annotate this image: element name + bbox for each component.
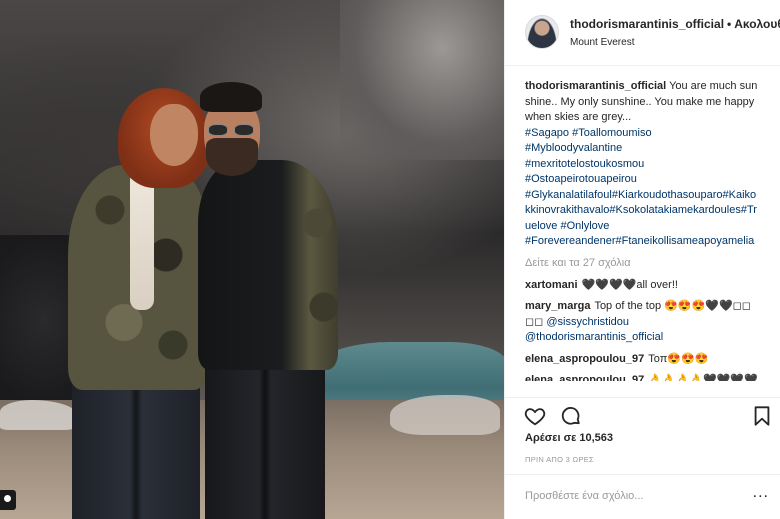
comment-text: 👌👌👌👌🖤🖤🖤🖤 [648, 374, 758, 381]
comment-item: mary_marga Top of the top 😍😍😍🖤🖤◻◻ ◻◻ @sis… [525, 299, 761, 346]
hashtag-line[interactable]: #Mybloodyvalantine [525, 141, 761, 157]
bookmark-icon[interactable] [751, 405, 773, 427]
man-figure-jacket [198, 160, 338, 370]
man-figure-legs [205, 355, 325, 519]
header-username-row: thodorismarantinis_official • Ακολουθ [570, 17, 780, 31]
man-figure-beard [206, 138, 258, 176]
photo-snow [390, 395, 500, 435]
comment-username[interactable]: elena_aspropoulou_97 [525, 374, 644, 381]
post-photo[interactable] [0, 0, 504, 519]
action-bar [505, 397, 780, 431]
comment-mention[interactable]: @thodorismarantinis_official [525, 330, 761, 346]
likes-count[interactable]: Αρέσει σε 10,563 [525, 432, 613, 444]
user-tag-icon[interactable] [0, 490, 16, 510]
follow-button[interactable]: Ακολουθ [734, 17, 780, 31]
comment-item: elena_aspropoulou_97 👌👌👌👌🖤🖤🖤🖤 [525, 373, 761, 381]
hashtag-line[interactable]: #Forevereandener#Ftaneikollisameapoyamel… [525, 234, 761, 250]
caption-username[interactable]: thodorismarantinis_official [525, 80, 666, 92]
comment-username[interactable]: mary_marga [525, 300, 590, 312]
comment-username[interactable]: xartomani [525, 279, 578, 291]
comment-item: elena_aspropoulou_97 Τοπ😍😍😍 [525, 352, 761, 368]
more-options-icon[interactable]: ... [753, 484, 769, 502]
man-figure-hair [200, 82, 262, 112]
sunglasses [208, 124, 254, 136]
post-timestamp: ΠΡΙΝ ΑΠΟ 3 ΩΡΕΣ [525, 455, 594, 464]
comment-text: Τοπ😍😍😍 [648, 352, 709, 365]
comments-list[interactable]: thodorismarantinis_official You are much… [505, 66, 780, 396]
woman-figure-legs [72, 370, 200, 519]
header-username[interactable]: thodorismarantinis_official [570, 17, 724, 31]
comment-item: xartomani 🖤🖤🖤🖤all over!! [525, 278, 761, 294]
hashtag-line[interactable]: #mexritotelostoukosmou [525, 157, 761, 173]
avatar[interactable] [525, 15, 559, 49]
caption: thodorismarantinis_official You are much… [525, 79, 761, 250]
view-more-comments-link[interactable]: Δείτε και τα 27 σχόλια [525, 257, 761, 269]
comment-text: 🖤🖤🖤🖤all over!! [581, 278, 678, 291]
hashtag-line[interactable]: #Sagapo #Toallomoumiso [525, 126, 761, 142]
comment-username[interactable]: elena_aspropoulou_97 [525, 353, 644, 365]
heart-icon[interactable] [524, 405, 546, 427]
post-header: thodorismarantinis_official • Ακολουθ Moun… [505, 0, 780, 66]
speech-bubble-icon[interactable] [560, 405, 582, 427]
add-comment-bar: Προσθέστε ένα σχόλιο... ... [505, 474, 780, 519]
photo-sky [340, 0, 504, 160]
post-side-panel: thodorismarantinis_official • Ακολουθ Moun… [504, 0, 780, 519]
hashtag-line[interactable]: #Glykanalatilafoul#Kiarkoudothasouparo#K… [525, 188, 761, 235]
comment-mention[interactable]: @sissychristidou [546, 316, 629, 328]
hashtag-line[interactable]: #Ostoapeirotouapeirou [525, 172, 761, 188]
add-comment-input[interactable]: Προσθέστε ένα σχόλιο... [525, 490, 643, 502]
separator-dot: • [727, 17, 732, 31]
woman-figure-fur [130, 170, 154, 310]
woman-figure-face [150, 104, 198, 166]
location-link[interactable]: Mount Everest [570, 37, 634, 48]
